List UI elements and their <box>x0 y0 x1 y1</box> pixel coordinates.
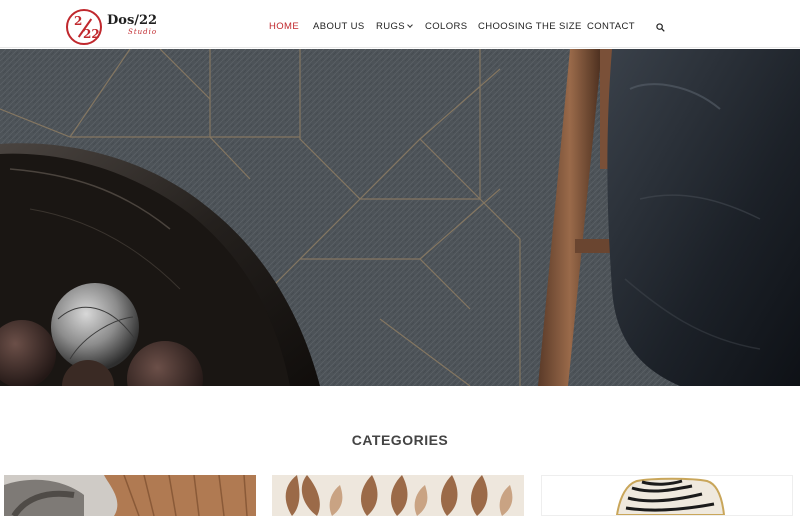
category-card-2[interactable] <box>272 475 524 516</box>
logo-bottom-number: 22 <box>83 27 100 41</box>
nav-choosing-the-size[interactable]: CHOOSING THE SIZE <box>478 21 582 33</box>
category-card-1-image <box>4 475 256 516</box>
logo-tagline: Studio <box>128 28 158 36</box>
chevron-down-icon <box>407 22 413 28</box>
category-card-2-image <box>272 475 524 516</box>
search-icon[interactable] <box>656 23 665 32</box>
nav-colors[interactable]: COLORS <box>425 21 468 33</box>
nav-contact[interactable]: CONTACT <box>587 21 635 33</box>
hero-image <box>0 49 800 386</box>
logo-top-number: 2 <box>74 14 83 28</box>
brand-logo[interactable]: 2 22 Dos/22 Studio <box>66 9 157 45</box>
nav-about-us[interactable]: ABOUT US <box>313 21 365 33</box>
nav-rugs-label: RUGS <box>376 21 406 32</box>
logo-name: Dos/22 <box>107 13 158 28</box>
logo-text: Dos/22 Studio <box>107 13 158 37</box>
nav-rugs[interactable]: RUGS <box>376 21 413 33</box>
site-header: 2 22 Dos/22 Studio HOME ABOUT US RUGS CO… <box>0 0 800 48</box>
nav-home[interactable]: HOME <box>269 21 299 33</box>
logo-emblem: 2 22 <box>66 9 102 45</box>
hero-illustration <box>0 49 800 386</box>
category-card-3-image <box>542 476 792 515</box>
categories-heading: CATEGORIES <box>351 432 449 448</box>
category-card-1[interactable] <box>4 475 256 516</box>
category-card-3[interactable] <box>541 475 793 516</box>
